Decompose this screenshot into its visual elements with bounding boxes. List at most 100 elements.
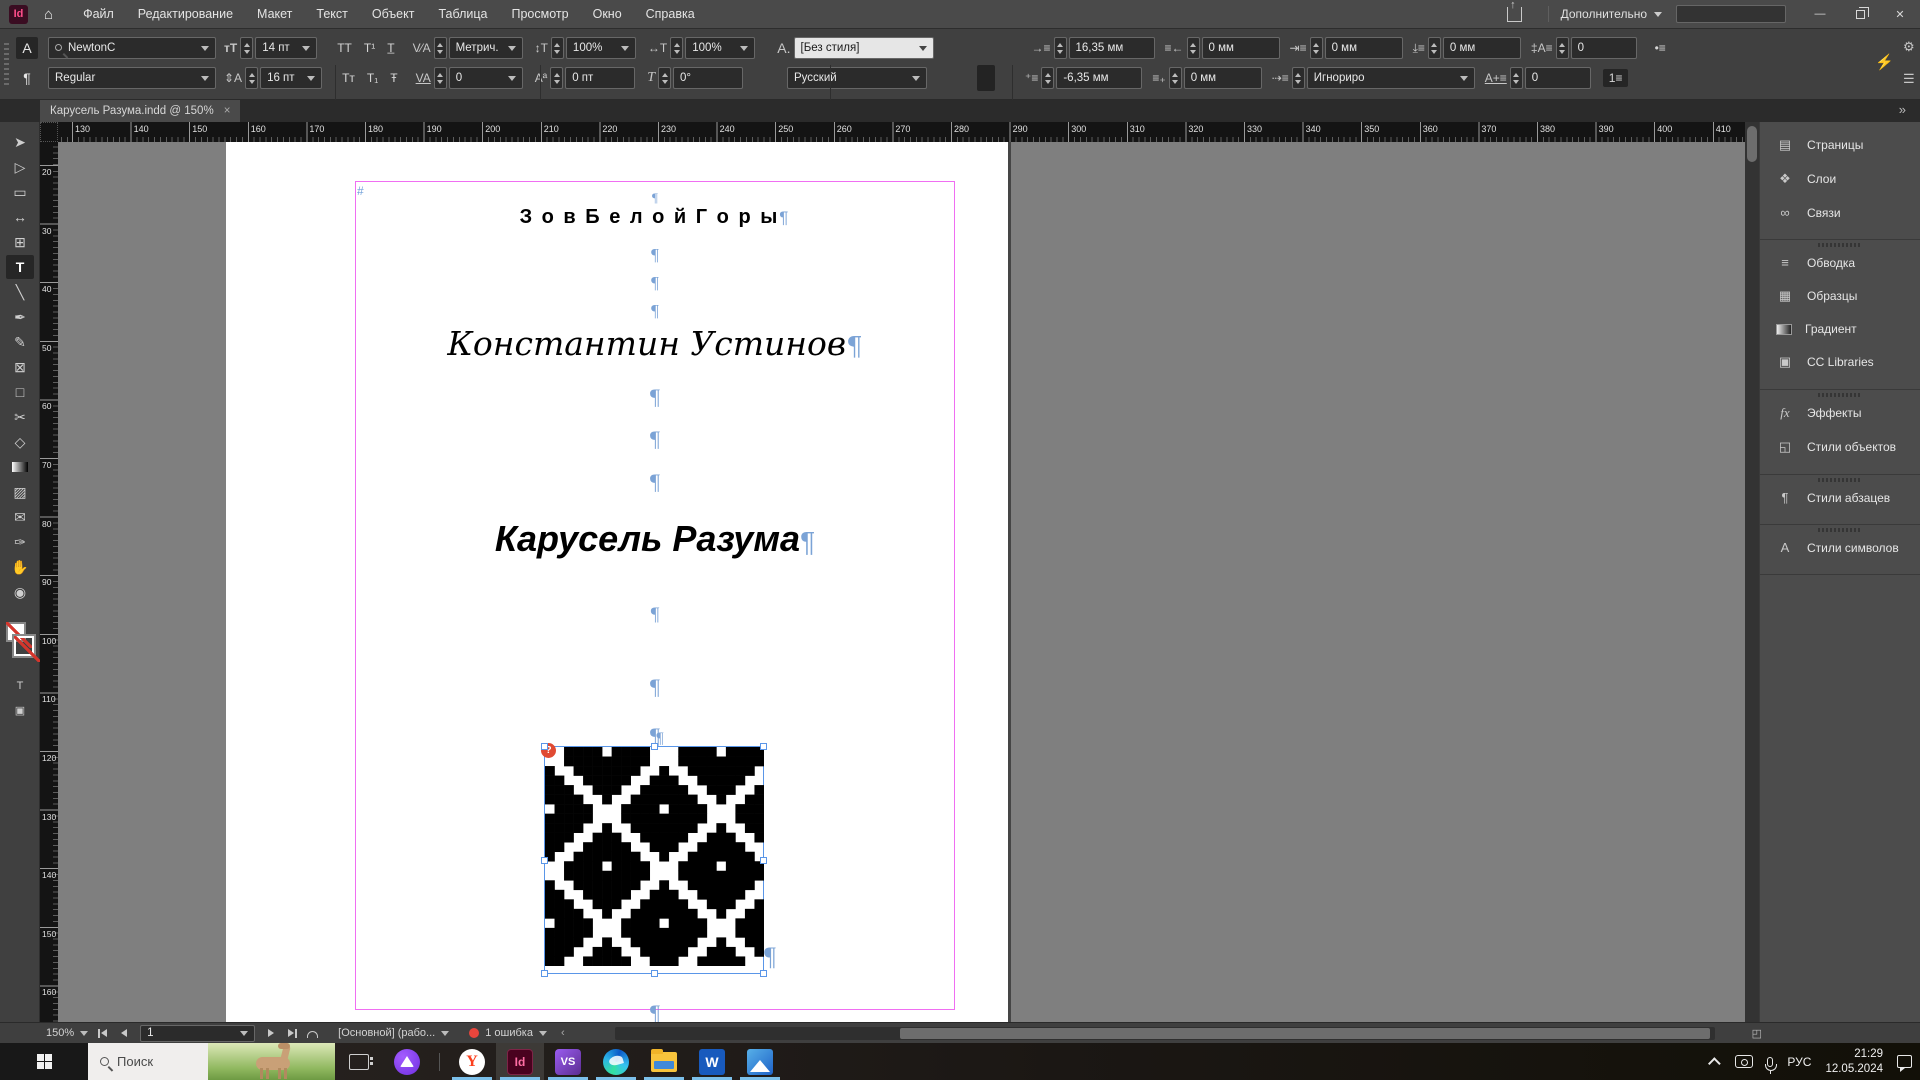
notification-center-icon[interactable] [1897, 1055, 1912, 1068]
space-after-field[interactable]: 0 мм [1443, 37, 1521, 59]
align-center-button[interactable] [966, 35, 984, 61]
app-search-input[interactable] [1676, 5, 1786, 23]
visual-studio-taskbar-button[interactable]: VS [544, 1043, 592, 1080]
line-tool[interactable]: ╲ [6, 280, 34, 304]
book-title-text[interactable]: Карусель Разума¶ [355, 518, 955, 560]
camera-icon[interactable] [1735, 1055, 1753, 1068]
menu-item-Текст[interactable]: Текст [304, 0, 359, 28]
microphone-icon[interactable] [1767, 1057, 1773, 1067]
panel-item-связи[interactable]: ∞Связи [1760, 196, 1920, 229]
drop-cap-chars-field[interactable]: 0 [1525, 67, 1591, 89]
menu-item-Макет[interactable]: Макет [245, 0, 304, 28]
kerning-stepper[interactable] [434, 37, 447, 59]
bulleted-list-button[interactable]: •≡ [1649, 39, 1672, 57]
photos-taskbar-button[interactable] [736, 1043, 784, 1080]
menu-item-Окно[interactable]: Окно [581, 0, 634, 28]
menu-item-Просмотр[interactable]: Просмотр [500, 0, 581, 28]
next-page-button[interactable] [261, 1029, 281, 1037]
panel-item-стили-абзацев[interactable]: ¶Стили абзацев [1760, 481, 1920, 514]
pen-tool[interactable]: ✒ [6, 305, 34, 329]
align-to-grid-stepper[interactable] [1292, 67, 1305, 89]
zoom-level-combo[interactable]: 150% [46, 1027, 88, 1039]
selection-handle[interactable] [651, 743, 658, 750]
skew-field[interactable]: 0° [673, 67, 743, 89]
font-style-combo[interactable]: Regular [48, 67, 216, 89]
taskbar-search[interactable]: Поиск [88, 1043, 208, 1080]
vertical-scale-combo[interactable]: 100% [566, 37, 636, 59]
justify-all-button[interactable] [977, 65, 995, 91]
selection-handle[interactable] [651, 970, 658, 977]
selection-handle[interactable] [541, 857, 548, 864]
note-tool[interactable]: ✉ [6, 505, 34, 529]
align-towards-spine-button[interactable] [995, 65, 1013, 91]
formatting-affects-text-button[interactable]: T [6, 674, 34, 698]
align-right-button[interactable] [984, 35, 1002, 61]
tracking-combo[interactable]: 0 [449, 67, 523, 89]
panel-grip[interactable] [4, 43, 9, 87]
direct-selection-tool[interactable]: ▷ [6, 155, 34, 179]
alisa-taskbar-button[interactable] [383, 1043, 431, 1080]
home-icon[interactable]: ⌂ [44, 6, 53, 23]
selection-handle[interactable] [541, 970, 548, 977]
rectangle-frame-tool[interactable]: ⊠ [6, 355, 34, 379]
lightning-icon[interactable]: ⚡ [1875, 53, 1894, 71]
font-family-combo[interactable]: NewtonC [48, 37, 216, 59]
space-before-field[interactable]: 0 мм [1325, 37, 1403, 59]
previous-page-button[interactable] [114, 1029, 134, 1037]
baseline-shift-stepper[interactable] [550, 67, 563, 89]
ruler-origin[interactable] [40, 122, 58, 142]
restore-button[interactable] [1840, 0, 1880, 28]
panel-item-страницы[interactable]: ▤Страницы [1760, 128, 1920, 162]
horizontal-scale-combo[interactable]: 100% [685, 37, 755, 59]
task-view-taskbar-button[interactable] [335, 1043, 383, 1080]
leading-combo[interactable]: 16 пт [260, 67, 322, 89]
collapse-panels-icon[interactable]: » [1899, 102, 1906, 117]
author-text[interactable]: Константин Устинов¶ [355, 324, 955, 363]
pencil-tool[interactable]: ✎ [6, 330, 34, 354]
explorer-taskbar-button[interactable] [640, 1043, 688, 1080]
start-button[interactable] [0, 1043, 88, 1080]
last-line-indent-field[interactable]: 0 мм [1184, 67, 1262, 89]
align-to-grid-combo[interactable]: Игнориро [1307, 67, 1475, 89]
clock[interactable]: 21:29 12.05.2024 [1825, 1047, 1883, 1076]
align-left-button[interactable] [948, 35, 966, 61]
font-size-combo[interactable]: 14 пт [255, 37, 317, 59]
type-tool[interactable]: T [6, 255, 34, 279]
justify-right-button[interactable] [959, 65, 977, 91]
workspace-switcher[interactable]: Дополнительно [1561, 7, 1662, 21]
minimize-button[interactable]: — [1800, 0, 1840, 28]
scissors-tool[interactable]: ✂ [6, 405, 34, 429]
small-caps-button[interactable]: Тт [336, 69, 361, 87]
selection-handle[interactable] [760, 857, 767, 864]
vertical-ruler[interactable]: 2030405060708090100110120130140150160 [40, 142, 58, 1022]
drag-dots[interactable] [1818, 478, 1862, 482]
subscript-button[interactable]: T₁ [361, 69, 384, 87]
search-highlight-image[interactable] [208, 1043, 335, 1080]
tab-close-icon[interactable]: × [224, 105, 231, 117]
leading-stepper[interactable] [245, 67, 258, 89]
skew-stepper[interactable] [658, 67, 671, 89]
page-tool[interactable]: ▭ [6, 180, 34, 204]
ornament-image-frame[interactable]: ? [544, 746, 764, 974]
page-number-combo[interactable]: 1 [140, 1025, 255, 1042]
selection-handle[interactable] [760, 970, 767, 977]
preflight-error-combo[interactable]: 1 ошибка [469, 1027, 547, 1039]
panel-item-cc-libraries[interactable]: ▣CC Libraries [1760, 345, 1920, 379]
preflight-icon[interactable] [307, 1031, 318, 1038]
horizontal-scale-stepper[interactable] [670, 37, 683, 59]
screen-mode-button[interactable]: ▣ [6, 698, 34, 722]
panel-item-эффекты[interactable]: fxЭффекты [1760, 396, 1920, 430]
panel-item-обводка[interactable]: ≡Обводка [1760, 246, 1920, 279]
selection-tool[interactable]: ➤ [6, 130, 34, 154]
tracking-stepper[interactable] [434, 67, 447, 89]
horizontal-scrollbar[interactable] [615, 1027, 1715, 1040]
eyedropper-tool[interactable]: ✑ [6, 530, 34, 554]
last-page-button[interactable] [281, 1029, 297, 1038]
space-before-stepper[interactable] [1310, 37, 1323, 59]
hand-tool[interactable]: ✋ [6, 555, 34, 579]
panel-item-слои[interactable]: ❖Слои [1760, 162, 1920, 196]
strikethrough-button[interactable]: Ŧ [384, 69, 403, 87]
right-indent-stepper[interactable] [1187, 37, 1200, 59]
gradient-swatch-tool[interactable] [6, 455, 34, 479]
left-indent-stepper[interactable] [1054, 37, 1067, 59]
